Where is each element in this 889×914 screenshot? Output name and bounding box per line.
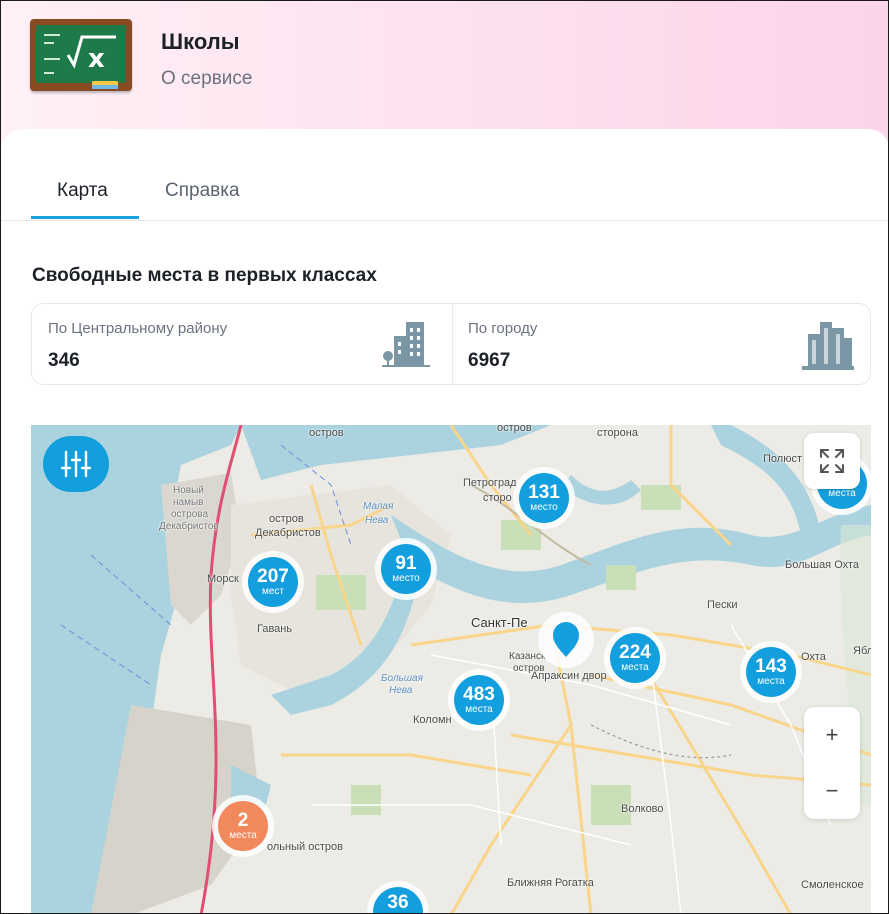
cluster-count: 36 xyxy=(387,892,409,913)
district-stat-value: 346 xyxy=(48,350,80,371)
about-service-link[interactable]: О сервисе xyxy=(161,68,252,90)
map-label: Морск xyxy=(207,573,239,585)
map-label: остров xyxy=(309,427,344,439)
section-title: Свободные места в первых классах xyxy=(32,265,377,286)
cluster-count: 131 xyxy=(528,482,560,503)
cluster-count: 224 xyxy=(619,642,651,663)
map-label: сторона xyxy=(597,427,638,439)
school-cluster-marker[interactable]: 143 места xyxy=(740,641,802,703)
cluster-unit: мест xyxy=(261,586,285,597)
school-cluster-marker[interactable]: 483 места xyxy=(448,669,510,731)
map-label: Пески xyxy=(707,599,738,611)
cluster-unit: место xyxy=(392,573,420,584)
city-stat-label: По городу xyxy=(468,320,538,337)
tab-help[interactable]: Справка xyxy=(165,180,240,202)
map-label: Коломн xyxy=(413,714,452,726)
district-stat-label: По Центральному району xyxy=(48,320,228,337)
school-cluster-marker[interactable]: 207 мест xyxy=(242,551,304,613)
cluster-count: 91 xyxy=(395,553,417,574)
cluster-unit: место xyxy=(530,502,558,513)
filter-button[interactable] xyxy=(43,436,109,492)
map-label: Новый xyxy=(173,485,204,496)
zoom-out-button[interactable]: − xyxy=(804,763,860,819)
city-buildings-icon xyxy=(802,322,854,370)
app-title: Школы xyxy=(161,29,240,54)
school-cluster-marker[interactable]: 91 место xyxy=(375,538,437,600)
map-label: остров xyxy=(269,513,304,525)
map-label: Нева xyxy=(389,685,413,696)
map-label: сторо xyxy=(483,492,512,504)
district-buildings-icon xyxy=(382,322,430,367)
map-label: намыв xyxy=(173,497,204,508)
tab-bar: Карта Справка xyxy=(1,164,888,221)
map-label: Декабристов xyxy=(159,521,219,532)
zoom-controls: + − xyxy=(804,707,860,819)
map-label: Петроград xyxy=(463,477,517,489)
map-label: Гавань xyxy=(257,623,293,635)
expand-icon xyxy=(820,449,844,473)
stats-divider xyxy=(452,304,453,384)
map-label: Санкт-Пе xyxy=(471,615,528,630)
fullscreen-button[interactable] xyxy=(804,433,860,489)
cluster-unit: места xyxy=(465,704,493,715)
map-label: Малая xyxy=(363,501,394,512)
cluster-unit: места xyxy=(828,488,856,499)
cluster-count: 2 xyxy=(237,810,249,831)
map-label: Декабристов xyxy=(255,527,321,539)
cluster-unit: места xyxy=(229,830,257,841)
school-cluster-marker[interactable]: 2 места xyxy=(212,795,274,857)
map-label: Ближняя Рогатка xyxy=(507,877,594,889)
cluster-unit: места xyxy=(621,662,649,673)
map-label: Смоленское xyxy=(801,879,864,891)
schools-map[interactable]: остров остров сторона Новый намыв остров… xyxy=(31,425,871,913)
map-label: Нева xyxy=(365,515,389,526)
app-frame: x Школы О сервисе Карта Справка Свободны… xyxy=(0,0,889,914)
cluster-unit: места xyxy=(757,676,785,687)
stats-panel: По Центральному району 346 По городу 696… xyxy=(31,303,871,385)
map-label: ольный остров xyxy=(267,841,343,853)
map-label: Охта xyxy=(801,651,826,663)
cluster-count: 207 xyxy=(257,566,289,587)
map-label: остров xyxy=(497,425,532,434)
zoom-in-button[interactable]: + xyxy=(804,707,860,763)
map-label: Полюст xyxy=(763,453,802,465)
cluster-count: 483 xyxy=(463,684,495,705)
chalkboard-math-icon: x xyxy=(30,19,132,91)
sliders-icon xyxy=(61,450,91,478)
school-cluster-marker[interactable]: 224 места xyxy=(604,627,666,689)
location-pin-icon[interactable] xyxy=(537,611,595,674)
map-label: Ябл xyxy=(853,645,871,657)
map-label: Большая Охта xyxy=(785,559,860,571)
city-stat-value: 6967 xyxy=(468,350,511,371)
active-tab-indicator xyxy=(31,216,139,219)
map-label: острова xyxy=(171,509,209,520)
map-label: Большая xyxy=(381,673,423,684)
svg-text:x: x xyxy=(88,44,105,74)
school-cluster-marker[interactable]: 131 место xyxy=(513,467,575,529)
cluster-count: 143 xyxy=(755,656,787,677)
tab-map[interactable]: Карта xyxy=(57,180,108,202)
map-label: Волково xyxy=(621,803,664,815)
